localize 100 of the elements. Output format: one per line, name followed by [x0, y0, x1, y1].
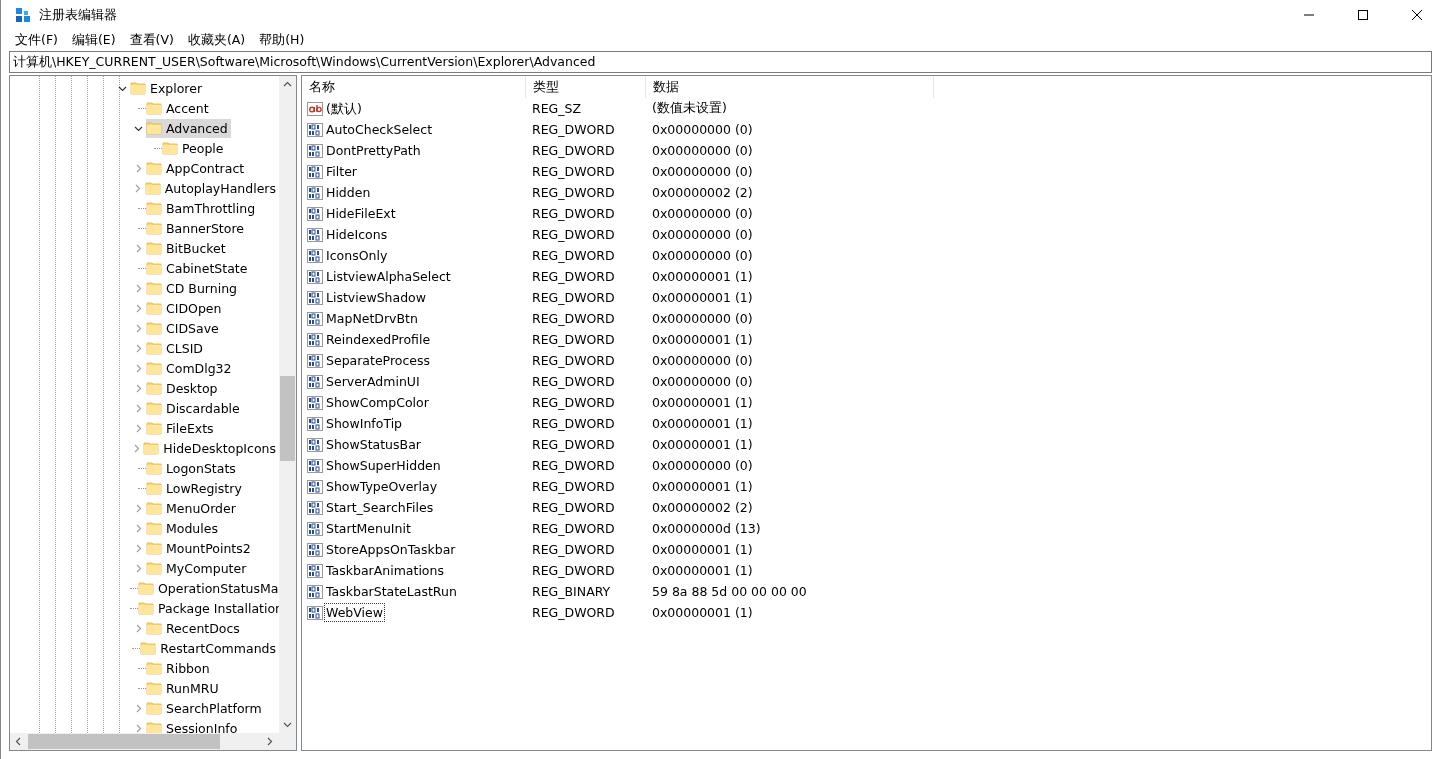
tree-node[interactable]: RecentDocs — [146, 618, 243, 638]
folder-icon — [138, 580, 154, 596]
value-type: REG_DWORD — [531, 500, 616, 515]
tree-node[interactable]: OperationStatusMa — [138, 578, 279, 598]
tree-node[interactable]: BamThrottling — [146, 198, 259, 218]
tree-node[interactable]: CIDSave — [146, 318, 222, 338]
value-name[interactable]: HideFileExt — [325, 205, 397, 222]
value-data: 0x00000001 (1) — [651, 542, 754, 557]
value-name[interactable]: MapNetDrvBtn — [325, 310, 419, 327]
scroll-up-icon[interactable] — [283, 80, 292, 89]
tree-node[interactable]: Explorer — [130, 78, 206, 98]
horizontal-scrollbar[interactable] — [10, 733, 296, 750]
scroll-left-icon[interactable] — [14, 737, 23, 746]
binary-value-icon — [307, 604, 323, 621]
folder-icon — [146, 620, 162, 636]
tree-node[interactable]: MyComputer — [146, 558, 250, 578]
folder-icon — [146, 340, 162, 356]
folder-icon — [162, 140, 178, 156]
tree-node[interactable]: FileExts — [146, 418, 217, 438]
column-header[interactable]: 名称 — [302, 76, 526, 98]
value-data: 0x00000000 (0) — [651, 206, 754, 221]
close-icon — [1412, 10, 1422, 20]
tree-node[interactable]: CIDOpen — [146, 298, 225, 318]
scroll-right-icon[interactable] — [265, 737, 274, 746]
column-header[interactable]: 类型 — [526, 76, 646, 98]
value-data: 0x00000001 (1) — [651, 563, 754, 578]
menu-item[interactable]: 收藏夹(A) — [180, 30, 253, 50]
binary-value-icon — [307, 205, 323, 222]
tree-node[interactable]: RestartCommands — [140, 638, 279, 658]
menu-item[interactable]: 查看(V) — [122, 30, 181, 50]
binary-value-icon — [307, 499, 323, 516]
tree-node[interactable]: CabinetState — [146, 258, 251, 278]
value-name[interactable]: TaskbarAnimations — [325, 562, 445, 579]
tree-node[interactable]: People — [162, 138, 227, 158]
value-name[interactable]: ReindexedProfile — [325, 331, 432, 348]
value-name[interactable]: ShowStatusBar — [325, 436, 422, 453]
tree-node[interactable]: Ribbon — [146, 658, 213, 678]
scrollbar-thumb[interactable] — [280, 376, 295, 461]
value-name[interactable]: Start_SearchFiles — [325, 499, 435, 516]
value-name[interactable]: ServerAdminUI — [325, 373, 421, 390]
chevron-right-icon[interactable] — [132, 443, 142, 453]
value-data: 0x00000001 (1) — [651, 416, 754, 431]
value-name[interactable]: ListviewShadow — [325, 289, 427, 306]
binary-value-icon — [307, 478, 323, 495]
tree-node[interactable]: Accent — [146, 98, 212, 118]
value-type: REG_DWORD — [531, 605, 616, 620]
tree-node[interactable]: LogonStats — [146, 458, 239, 478]
value-name[interactable]: Filter — [325, 163, 358, 180]
value-name[interactable]: WebView — [325, 604, 384, 621]
binary-value-icon — [307, 247, 323, 264]
tree-node[interactable]: AppContract — [146, 158, 248, 178]
tree-node[interactable]: CD Burning — [146, 278, 240, 298]
menu-item[interactable]: 文件(F) — [8, 30, 65, 50]
value-name[interactable]: AutoCheckSelect — [325, 121, 434, 138]
registry-app-icon — [15, 7, 31, 23]
binary-value-icon — [307, 520, 323, 537]
tree-node[interactable]: AutoplayHandlers — [144, 178, 279, 198]
scroll-down-icon[interactable] — [283, 720, 292, 729]
value-name[interactable]: ShowSuperHidden — [325, 457, 442, 474]
tree-node[interactable]: HideDesktopIcons — [143, 438, 279, 458]
value-name[interactable]: TaskbarStateLastRun — [325, 583, 458, 600]
tree-node[interactable]: ComDlg32 — [146, 358, 235, 378]
value-name[interactable]: ShowTypeOverlay — [325, 478, 439, 495]
column-header[interactable]: 数据 — [646, 76, 934, 98]
folder-icon — [146, 700, 162, 716]
value-name[interactable]: Hidden — [325, 184, 372, 201]
tree-node[interactable]: SessionInfo — [146, 718, 241, 733]
value-name[interactable]: (默认) — [325, 100, 363, 117]
value-name[interactable]: IconsOnly — [325, 247, 389, 264]
menu-item[interactable]: 编辑(E) — [64, 30, 123, 50]
scrollbar-thumb[interactable] — [28, 734, 220, 749]
tree-node[interactable]: LowRegistry — [146, 478, 245, 498]
folder-icon — [146, 260, 162, 276]
tree-node[interactable]: Desktop — [146, 378, 221, 398]
value-name[interactable]: StartMenuInit — [325, 520, 412, 537]
tree-node[interactable]: Advanced — [146, 118, 231, 138]
value-name[interactable]: SeparateProcess — [325, 352, 432, 369]
value-data: 0x00000000 (0) — [651, 248, 754, 263]
value-type: REG_DWORD — [531, 416, 616, 431]
binary-value-icon — [307, 457, 323, 474]
address-bar[interactable]: 计算机\HKEY_CURRENT_USER\Software\Microsoft\Windows\CurrentVersion\Explorer\Advanced — [9, 51, 1432, 73]
tree-node[interactable]: RunMRU — [146, 678, 222, 698]
value-name[interactable]: ShowInfoTip — [325, 415, 404, 432]
value-name[interactable]: StoreAppsOnTaskbar — [325, 541, 457, 558]
tree-node[interactable]: BannerStore — [146, 218, 247, 238]
value-name[interactable]: ShowCompColor — [325, 394, 430, 411]
tree-node[interactable]: MenuOrder — [146, 498, 239, 518]
vertical-scrollbar[interactable] — [279, 76, 296, 733]
value-name[interactable]: ListviewAlphaSelect — [325, 268, 452, 285]
tree-node[interactable]: Discardable — [146, 398, 243, 418]
tree-node[interactable]: SearchPlatform — [146, 698, 265, 718]
value-type: REG_DWORD — [531, 164, 616, 179]
tree-node[interactable]: MountPoints2 — [146, 538, 254, 558]
menu-item[interactable]: 帮助(H) — [252, 30, 312, 50]
value-name[interactable]: DontPrettyPath — [325, 142, 422, 159]
tree-node[interactable]: Modules — [146, 518, 221, 538]
value-name[interactable]: HideIcons — [325, 226, 389, 243]
value-data: 0x00000002 (2) — [651, 185, 754, 200]
tree-node[interactable]: BitBucket — [146, 238, 229, 258]
tree-node[interactable]: CLSID — [146, 338, 206, 358]
